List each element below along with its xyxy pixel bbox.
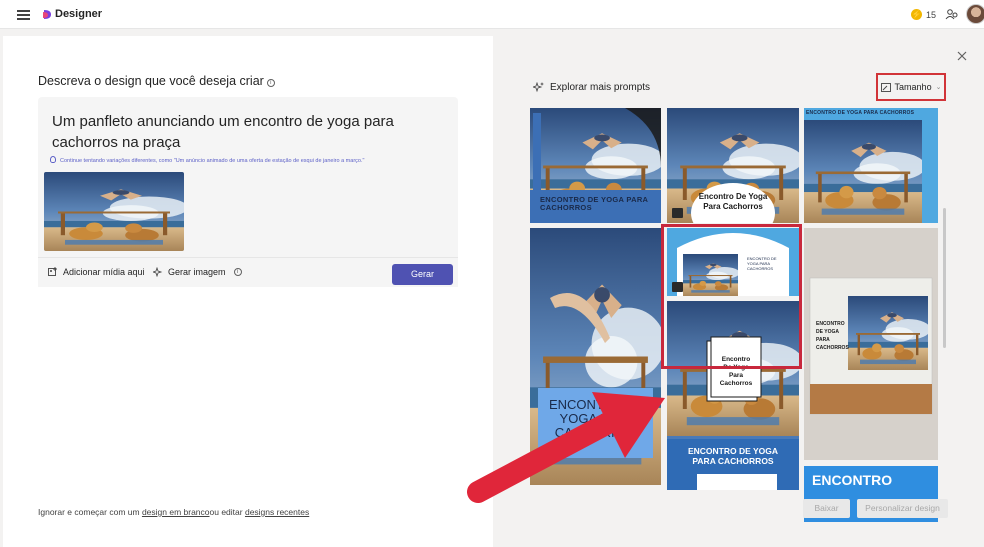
size-label: Tamanho xyxy=(894,82,932,92)
prompt-panel-title: Descreva o design que você deseja criar i xyxy=(38,74,275,88)
generate-image-label: Gerar imagem xyxy=(168,267,226,277)
design-7-line2: DE YOGA xyxy=(816,329,839,335)
prompt-title-text: Descreva o design que você deseja criar xyxy=(38,74,264,88)
info-icon[interactable]: i xyxy=(266,79,275,87)
design-2-line2: Para Cachorros xyxy=(703,202,763,211)
blank-design-link[interactable]: design em branco xyxy=(142,507,210,517)
video-badge-icon xyxy=(672,208,683,218)
add-image-icon xyxy=(48,267,57,276)
user-avatar[interactable] xyxy=(966,4,984,24)
annotation-arrow xyxy=(467,392,665,503)
design-3-title: ENCONTRO DE YOGA PARA CACHORROS xyxy=(806,110,915,116)
design-result-2[interactable]: Encontro De Yoga Para Cachorros xyxy=(667,108,799,223)
sparkle-icon xyxy=(153,267,163,277)
design-1-title: ENCONTRO DE YOGA PARA CACHORROS xyxy=(540,195,648,212)
size-dropdown[interactable]: Tamanho ⌄ xyxy=(876,73,946,101)
prompt-tip: Continue tentando variações diferentes, … xyxy=(50,156,364,164)
resize-icon xyxy=(880,82,891,92)
chevron-down-icon: ⌄ xyxy=(935,84,942,91)
footer-prefix: Ignorar e começar com um xyxy=(38,507,142,517)
design-result-7[interactable]: ENCONTRO DE YOGA PARA CACHORROS xyxy=(804,228,938,460)
design-2-title: Encontro De Yoga Para Cachorros xyxy=(693,192,773,212)
design-2-line1: Encontro De Yoga xyxy=(698,192,768,201)
add-media-button[interactable]: Adicionar mídia aqui xyxy=(48,267,145,277)
download-button[interactable]: Baixar xyxy=(803,499,850,518)
design-7-line3: PARA xyxy=(816,337,830,343)
design-result-1[interactable]: ENCONTRO DE YOGA PARA CACHORROS xyxy=(530,108,661,223)
tip-text: Continue tentando variações diferentes, … xyxy=(60,158,365,164)
menu-icon[interactable] xyxy=(17,10,30,20)
design-6-banner-line1: ENCONTRO DE YOGA xyxy=(687,446,779,456)
design-7-line4: CACHORROS xyxy=(816,345,849,351)
boost-coin-icon: ⚡ xyxy=(911,9,922,20)
top-bar: Designer ⚡ 15 xyxy=(0,0,984,29)
close-icon[interactable] xyxy=(956,50,968,62)
design-6-line3: Para xyxy=(728,372,744,379)
uploaded-image-thumbnail[interactable] xyxy=(44,172,184,251)
prompt-panel: Descreva o design que você deseja criar i… xyxy=(3,36,493,547)
explore-prompts-button[interactable]: Explorar mais prompts xyxy=(533,82,650,93)
results-scrollbar[interactable] xyxy=(943,208,946,348)
prompt-input-text[interactable]: Um panfleto anunciando um encontro de yo… xyxy=(52,111,452,153)
share-icon[interactable] xyxy=(945,8,958,21)
design-6-footer-strip xyxy=(697,474,777,490)
generate-button[interactable]: Gerar xyxy=(392,264,453,285)
app-brand: Designer xyxy=(55,8,103,20)
add-media-label: Adicionar mídia aqui xyxy=(63,267,145,277)
design-8-title: ENCONTRO xyxy=(812,472,893,488)
lightbulb-icon xyxy=(50,156,56,163)
design-6-line4: Cachorros xyxy=(719,380,753,387)
designer-logo-icon xyxy=(43,10,51,19)
boost-count: 15 xyxy=(926,10,937,20)
recent-designs-link[interactable]: designs recentes xyxy=(245,507,309,517)
explore-prompts-label: Explorar mais prompts xyxy=(550,82,651,93)
design-result-3[interactable]: ENCONTRO DE YOGA PARA CACHORROS xyxy=(804,108,938,223)
footer-text: Ignorar e começar com um design em branc… xyxy=(38,507,309,517)
design-6-banner-line2: PARA CACHORROS xyxy=(692,456,774,466)
selected-design-highlight xyxy=(661,224,802,369)
customize-design-button[interactable]: Personalizar design xyxy=(857,499,948,518)
design-7-title: ENCONTRO DE YOGA PARA CACHORROS xyxy=(816,320,849,352)
sparkle-icon xyxy=(533,82,544,93)
design-7-line1: ENCONTRO xyxy=(816,321,845,327)
info-icon[interactable]: i xyxy=(233,268,242,276)
footer-middle: ou editar xyxy=(209,507,245,517)
prompt-action-bar: Adicionar mídia aqui Gerar imagem i Gera… xyxy=(38,257,458,287)
generate-image-button[interactable]: Gerar imagem i xyxy=(153,267,242,277)
